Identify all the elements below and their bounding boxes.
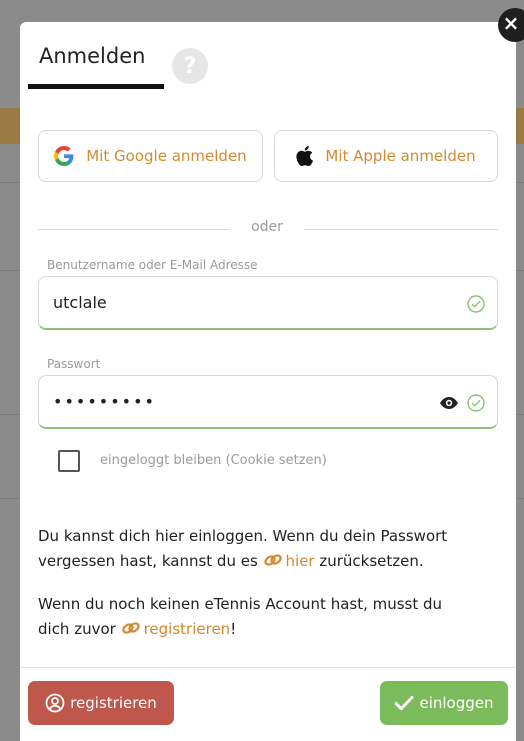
login-button[interactable]: einloggen <box>380 681 508 725</box>
divider-line-left <box>38 229 230 230</box>
register-button-label: registrieren <box>70 694 157 712</box>
password-label: Passwort <box>47 357 101 371</box>
login-modal: Anmelden ? Mit Google anmelden Mit Apple… <box>20 22 516 741</box>
register-info-suffix: ! <box>230 620 237 638</box>
google-login-button[interactable]: Mit Google anmelden <box>38 130 263 182</box>
remember-me-checkbox[interactable] <box>58 450 80 472</box>
check-circle-icon <box>467 295 485 313</box>
user-circle-icon <box>45 693 65 713</box>
check-circle-icon <box>467 394 485 412</box>
divider-text: oder <box>251 219 283 235</box>
username-input[interactable] <box>53 277 433 328</box>
forgot-info-suffix: zurücksetzen. <box>314 552 424 570</box>
title-underline <box>28 84 164 89</box>
close-icon[interactable]: × <box>498 8 524 42</box>
username-label: Benutzername oder E-Mail Adresse <box>47 258 258 272</box>
register-link[interactable]: registrieren <box>144 620 231 638</box>
register-info: Wenn du noch keinen eTennis Account hast… <box>38 592 478 642</box>
username-field-wrapper <box>38 276 498 330</box>
apple-icon <box>296 146 314 166</box>
google-login-label: Mit Google anmelden <box>86 147 247 165</box>
password-field-wrapper <box>38 375 498 429</box>
forgot-password-info: Du kannst dich hier einloggen. Wenn du d… <box>38 524 478 574</box>
link-icon <box>263 554 282 566</box>
remember-me-label: eingeloggt bleiben (Cookie setzen) <box>100 453 327 468</box>
link-icon <box>121 622 140 634</box>
register-info-prefix: Wenn du noch keinen eTennis Account hast… <box>38 595 443 638</box>
password-input[interactable] <box>53 376 433 427</box>
eye-icon[interactable] <box>439 394 459 412</box>
help-icon[interactable]: ? <box>172 48 208 84</box>
forgot-password-link[interactable]: hier <box>286 552 315 570</box>
register-button[interactable]: registrieren <box>28 681 174 725</box>
login-button-label: einloggen <box>419 694 494 712</box>
apple-login-label: Mit Apple anmelden <box>325 147 476 165</box>
apple-login-button[interactable]: Mit Apple anmelden <box>274 130 498 182</box>
modal-title: Anmelden <box>39 44 146 68</box>
checkmark-icon <box>394 696 414 711</box>
footer-separator <box>20 667 516 668</box>
divider-line-right <box>304 229 498 230</box>
google-icon <box>54 146 74 166</box>
